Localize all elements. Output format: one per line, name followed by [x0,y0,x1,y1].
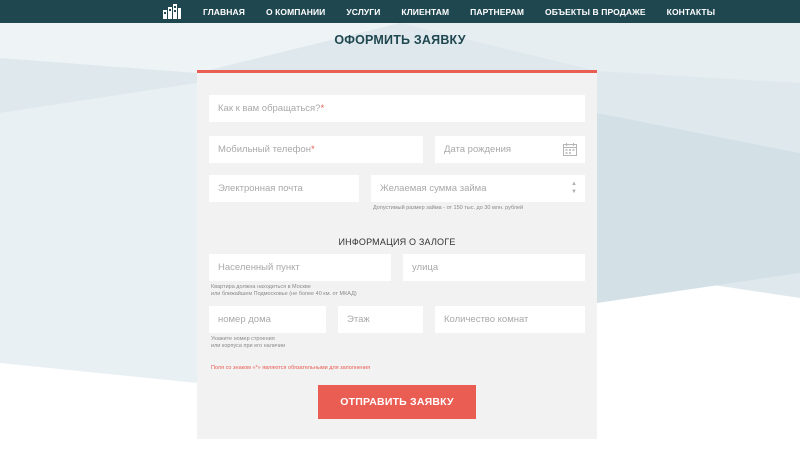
nav-item-partners[interactable]: ПАРТНЕРАМ [470,7,524,17]
name-input[interactable]: Как к вам обращаться? * [209,95,585,122]
stepper-arrows-icon[interactable]: ▲ ▼ [571,180,577,197]
house-hint-line-2: или корпуса при его наличии [211,343,286,349]
name-placeholder: Как к вам обращаться? [218,103,321,114]
street-placeholder: улица [412,262,439,273]
rooms-placeholder: Количество комнат [444,314,529,325]
location-hint-line-1: Квартира должна находиться в Москве [211,284,311,290]
floor-placeholder: Этаж [347,314,370,325]
nav-item-clients[interactable]: КЛИЕНТАМ [401,7,449,17]
top-navigation: ГЛАВНАЯ О КОМПАНИИ УСЛУГИ КЛИЕНТАМ ПАРТН… [0,0,800,23]
submit-application-button[interactable]: ОТПРАВИТЬ ЗАЯВКУ [318,385,476,419]
application-form: Как к вам обращаться? * Мобильный телефон… [197,70,597,439]
page-title: ОФОРМИТЬ ЗАЯВКУ [334,33,466,47]
building-logo-icon[interactable] [163,4,181,19]
house-hint: Укажите номер строения или корпуса при е… [211,336,331,350]
city-placeholder: Населенный пункт [218,262,300,273]
calendar-icon[interactable] [563,143,577,156]
collateral-section-title: ИНФОРМАЦИЯ О ЗАЛОГЕ [338,237,456,247]
phone-placeholder: Мобильный телефон [218,144,311,155]
rooms-input[interactable]: Количество комнат [435,306,585,333]
nav-item-about[interactable]: О КОМПАНИИ [266,7,325,17]
nav-item-contacts[interactable]: КОНТАКТЫ [667,7,715,17]
nav-item-services[interactable]: УСЛУГИ [346,7,380,17]
nav-item-home[interactable]: ГЛАВНАЯ [203,7,245,17]
nav-links: ГЛАВНАЯ О КОМПАНИИ УСЛУГИ КЛИЕНТАМ ПАРТН… [203,0,715,23]
birthdate-placeholder: Дата рождения [444,144,512,155]
loan-amount-hint: Допустимый размер займа - от 150 тыс. до… [373,205,524,211]
birthdate-input[interactable]: Дата рождения [435,136,585,163]
house-number-input[interactable]: номер дома [209,306,326,333]
phone-input[interactable]: Мобильный телефон * [209,136,423,163]
nav-item-objects-for-sale[interactable]: ОБЪЕКТЫ В ПРОДАЖЕ [545,7,646,17]
amount-placeholder: Желаемая сумма займа [380,183,487,194]
floor-input[interactable]: Этаж [338,306,423,333]
required-mark: * [320,103,325,114]
email-placeholder: Электронная почта [218,183,303,194]
email-input[interactable]: Электронная почта [209,175,359,202]
required-mark: * [310,144,315,155]
location-hint-line-2: или ближайшем Подмосковье (не более 40 к… [211,291,357,297]
location-hint: Квартира должна находиться в Москве или … [211,284,431,298]
street-input[interactable]: улица [403,254,585,281]
required-fields-note: Поля со знаком «*» являются обязательным… [211,365,371,371]
house-hint-line-1: Укажите номер строения [211,336,275,342]
house-placeholder: номер дома [218,314,271,325]
city-input[interactable]: Населенный пункт [209,254,391,281]
loan-amount-input[interactable]: Желаемая сумма займа ▲ ▼ [371,175,585,202]
